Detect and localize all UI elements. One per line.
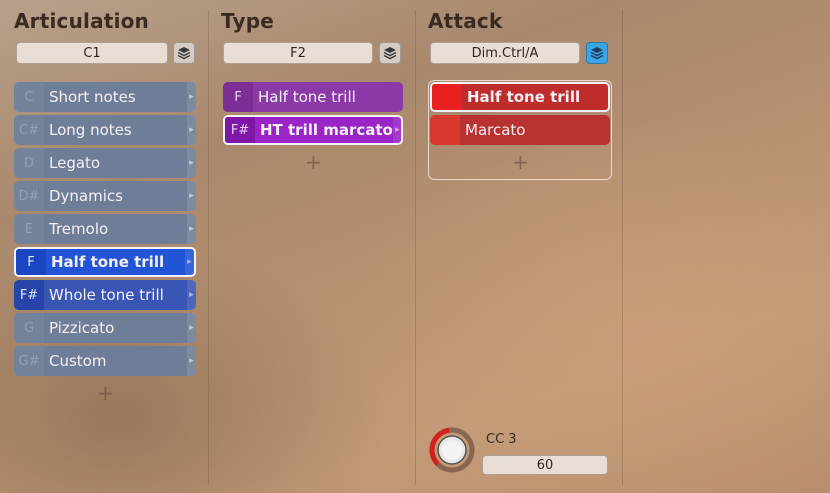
type-add-button[interactable]: + (305, 152, 322, 172)
attack-slot[interactable]: Marcato (430, 115, 610, 145)
slot-label: Pizzicato (49, 319, 115, 337)
slot-key: C (14, 82, 44, 112)
attack-column: Attack Dim.Ctrl/A Half tone trill Marcato… (428, 0, 618, 493)
articulation-slot[interactable]: F Half tone trill ▸ (14, 247, 196, 277)
layers-icon (590, 47, 604, 60)
articulation-slot[interactable]: D# Dynamics ▸ (14, 181, 196, 211)
knob-label: CC 3 (486, 432, 517, 447)
slot-label: Marcato (465, 121, 526, 139)
slot-key: G# (14, 346, 44, 376)
chevron-right-icon[interactable]: ▸ (187, 280, 196, 310)
chevron-right-icon[interactable]: ▸ (187, 313, 196, 343)
column-divider (415, 10, 416, 485)
slot-key: F# (225, 117, 255, 143)
slot-label: Long notes (49, 121, 132, 139)
articulation-slot[interactable]: C# Long notes ▸ (14, 115, 196, 145)
slot-label: Half tone trill (467, 88, 581, 106)
chevron-right-icon[interactable]: ▸ (187, 115, 196, 145)
slot-label: Half tone trill (51, 253, 165, 271)
slot-key: E (14, 214, 44, 244)
slot-key: F (16, 249, 46, 275)
layers-icon (383, 47, 397, 60)
articulation-slot[interactable]: F# Whole tone trill ▸ (14, 280, 196, 310)
chevron-right-icon[interactable]: ▸ (187, 181, 196, 211)
knob-icon (429, 427, 475, 473)
slot-color-swatch (430, 115, 460, 145)
knob-value-field[interactable]: 60 (482, 455, 608, 475)
articulation-title: Articulation (14, 9, 149, 33)
attack-title: Attack (428, 9, 503, 33)
slot-label: Whole tone trill (49, 286, 164, 304)
chevron-right-icon[interactable]: ▸ (187, 346, 196, 376)
chevron-right-icon[interactable]: ▸ (187, 82, 196, 112)
slot-label: HT trill marcato (260, 121, 393, 139)
attack-selector[interactable]: Dim.Ctrl/A (430, 42, 580, 64)
attack-layers-button[interactable] (586, 42, 608, 64)
type-selector[interactable]: F2 (223, 42, 373, 64)
slot-label: Short notes (49, 88, 136, 106)
chevron-right-icon[interactable]: ▸ (392, 117, 401, 143)
slot-key: C# (14, 115, 44, 145)
slot-key: D# (14, 181, 44, 211)
articulation-slot[interactable]: D Legato ▸ (14, 148, 196, 178)
slot-label: Legato (49, 154, 101, 172)
articulation-selector[interactable]: C1 (16, 42, 168, 64)
slot-key: F (223, 82, 253, 112)
type-title: Type (221, 9, 274, 33)
type-slot[interactable]: F Half tone trill (223, 82, 403, 112)
chevron-right-icon[interactable]: ▸ (187, 214, 196, 244)
type-layers-button[interactable] (379, 42, 401, 64)
attack-add-button[interactable]: + (512, 152, 529, 172)
attack-slot[interactable]: Half tone trill (430, 82, 610, 112)
slot-key: F# (14, 280, 44, 310)
articulation-layers-button[interactable] (173, 42, 195, 64)
type-slot[interactable]: F# HT trill marcato ▸ (223, 115, 403, 145)
cc-knob[interactable] (429, 427, 475, 473)
slot-label: Custom (49, 352, 107, 370)
layers-icon (177, 47, 191, 60)
slot-key: D (14, 148, 44, 178)
slot-key: G (14, 313, 44, 343)
articulation-slot[interactable]: C Short notes ▸ (14, 82, 196, 112)
articulation-column: Articulation C1 C Short notes ▸ C# Long note… (14, 0, 204, 493)
slot-label: Half tone trill (258, 88, 356, 106)
slot-label: Dynamics (49, 187, 123, 205)
column-divider (208, 10, 209, 485)
chevron-right-icon[interactable]: ▸ (187, 148, 196, 178)
chevron-right-icon[interactable]: ▸ (185, 249, 194, 275)
articulation-add-button[interactable]: + (97, 383, 114, 403)
articulation-slot[interactable]: G Pizzicato ▸ (14, 313, 196, 343)
articulation-slot[interactable]: E Tremolo ▸ (14, 214, 196, 244)
type-column: Type F2 F Half tone trill F# HT trill marca… (221, 0, 411, 493)
slot-label: Tremolo (49, 220, 109, 238)
slot-color-swatch (432, 84, 462, 110)
articulation-slot[interactable]: G# Custom ▸ (14, 346, 196, 376)
column-divider (622, 10, 623, 485)
